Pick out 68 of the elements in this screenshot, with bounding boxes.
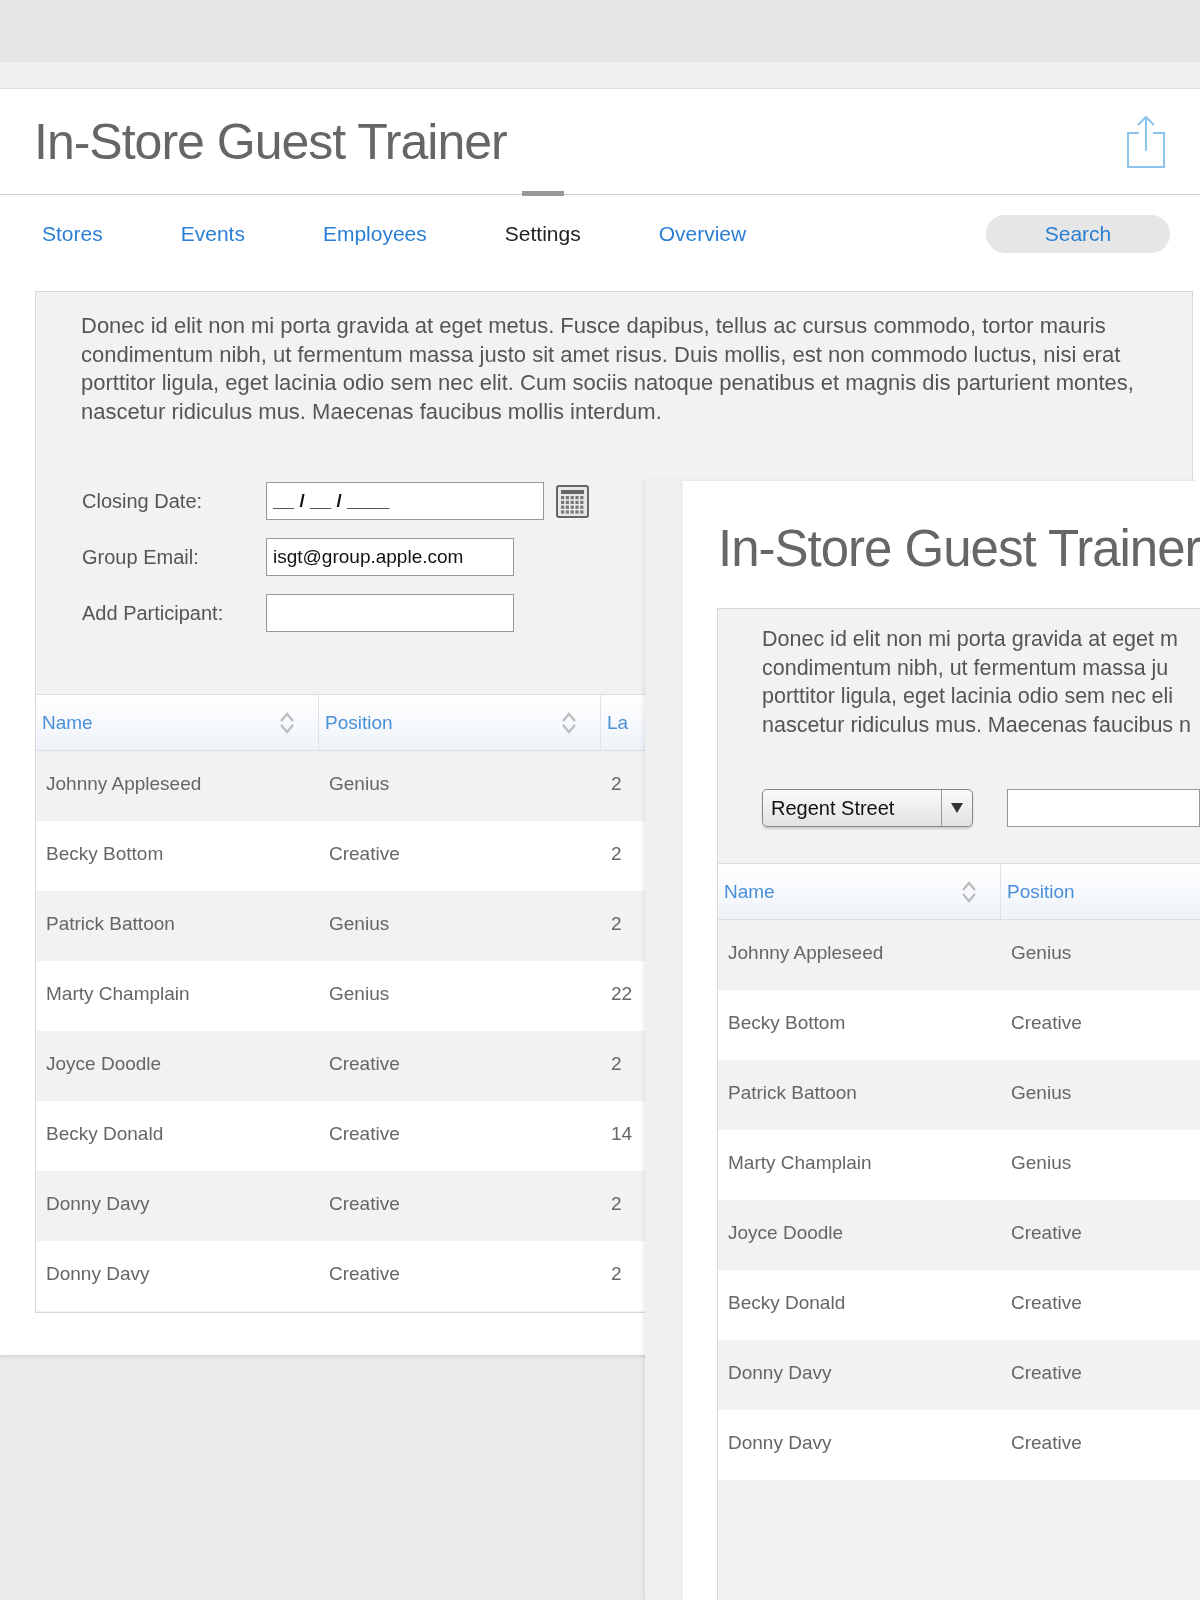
table-cell-text: Patrick Battoon bbox=[45, 913, 176, 936]
input-field[interactable] bbox=[1007, 789, 1200, 827]
description-text: Donec id elit non mi porta gravida at eget metus. Fusce dapibus, tellus ac cursus commodo, tortor mauris condimentum nibh, ut fermentum massa justo sit amet risus. Duis mollis, est non commodo luctus, nisi erat porttitor ligula, eget lacinia odio sem nec elit. Cum sociis natoque penatibus et magnis dis parturient montes, nascetur ridiculus mus. Maecenas faucibus mollis interdum. bbox=[81, 312, 1135, 426]
table-cell-text: Donny Davy bbox=[727, 1362, 833, 1385]
table-cell-text: Genius bbox=[1010, 942, 1073, 965]
table-cell-text: Genius bbox=[328, 773, 391, 796]
table-cell-text: Marty Champlain bbox=[727, 1152, 873, 1175]
table-cell-text: Creative bbox=[328, 1053, 401, 1076]
table-cell-text: Creative bbox=[1010, 1222, 1083, 1245]
table-cell-text: Genius bbox=[1010, 1152, 1073, 1175]
column-header[interactable]: Position bbox=[1007, 880, 1075, 903]
field-label: Group Email: bbox=[82, 545, 200, 569]
search-button[interactable]: Search bbox=[986, 215, 1170, 253]
store-dropdown[interactable]: Regent Street bbox=[762, 789, 974, 827]
caret-icon bbox=[950, 802, 965, 814]
table-cell-text: Patrick Battoon bbox=[727, 1082, 858, 1105]
window-title: In-Store Guest Trainer bbox=[718, 519, 1200, 578]
nav-tab[interactable]: Overview bbox=[658, 195, 747, 273]
table-cell-text: 14 bbox=[610, 1123, 634, 1146]
table-cell-text: Joyce Doodle bbox=[45, 1053, 163, 1076]
window-title: In-Store Guest Trainer bbox=[34, 112, 507, 171]
table-cell-text: 2 bbox=[610, 1263, 623, 1286]
table-cell-text: 2 bbox=[610, 843, 623, 866]
table-cell-text: 22 bbox=[610, 983, 634, 1006]
input-field[interactable] bbox=[266, 594, 514, 632]
table-cell-text: Becky Bottom bbox=[45, 843, 165, 866]
table-cell-text: Donny Davy bbox=[727, 1432, 833, 1455]
sort-icon[interactable] bbox=[278, 710, 296, 735]
table-cell-text: Donny Davy bbox=[45, 1263, 151, 1286]
table-cell-text: Creative bbox=[1010, 1362, 1083, 1385]
table-cell-text: Johnny Appleseed bbox=[727, 942, 885, 965]
table-cell-text: Donny Davy bbox=[45, 1193, 151, 1216]
table-cell-text: Becky Bottom bbox=[727, 1012, 847, 1035]
table-cell-text: Creative bbox=[328, 1193, 401, 1216]
column-header[interactable]: Name bbox=[724, 880, 775, 903]
description-text: Donec id elit non mi porta gravida at eget m condimentum nibh, ut fermentum massa ju porttitor ligula, eget lacinia odio sem nec eli nascetur ridiculus mus. Maecenas faucibus n bbox=[762, 626, 1192, 739]
nav-tab[interactable]: Employees bbox=[322, 195, 427, 273]
nav-tab[interactable]: Stores bbox=[42, 195, 103, 273]
column-header[interactable]: La bbox=[607, 711, 629, 734]
nav-tab[interactable]: Events bbox=[180, 195, 245, 273]
table-cell-text: Genius bbox=[328, 913, 391, 936]
share-icon[interactable] bbox=[1126, 114, 1166, 169]
table-cell-text: Creative bbox=[328, 1263, 401, 1286]
sort-icon[interactable] bbox=[960, 879, 978, 904]
input-field[interactable]: isgt@group.apple.com bbox=[266, 538, 514, 576]
table-cell-text: 2 bbox=[610, 1193, 623, 1216]
sort-icon[interactable] bbox=[560, 710, 578, 735]
calendar-icon[interactable] bbox=[556, 484, 589, 518]
table-cell-text: Creative bbox=[328, 843, 401, 866]
column-header[interactable]: Position bbox=[325, 711, 393, 734]
table-cell-text: Joyce Doodle bbox=[727, 1222, 845, 1245]
field-label: Add Participant: bbox=[82, 601, 225, 625]
date-field[interactable]: __ / __ / ____ bbox=[266, 482, 544, 520]
table-cell-text: Creative bbox=[1010, 1292, 1083, 1315]
table-cell-text: Genius bbox=[328, 983, 391, 1006]
column-header[interactable]: Name bbox=[42, 711, 93, 734]
table-cell-text: Creative bbox=[328, 1123, 401, 1146]
table-cell-text: 2 bbox=[610, 913, 623, 936]
field-label: Closing Date: bbox=[82, 489, 204, 513]
table-cell-text: 2 bbox=[610, 1053, 623, 1076]
table-cell-text: Becky Donald bbox=[727, 1292, 847, 1315]
table-cell-text: Johnny Appleseed bbox=[45, 773, 203, 796]
table-cell-text: Marty Champlain bbox=[45, 983, 191, 1006]
table-cell-text: 2 bbox=[610, 773, 623, 796]
table-cell-text: Becky Donald bbox=[45, 1123, 165, 1146]
table-cell-text: Genius bbox=[1010, 1082, 1073, 1105]
table-cell-text: Creative bbox=[1010, 1012, 1083, 1035]
table-cell-text: Creative bbox=[1010, 1432, 1083, 1455]
